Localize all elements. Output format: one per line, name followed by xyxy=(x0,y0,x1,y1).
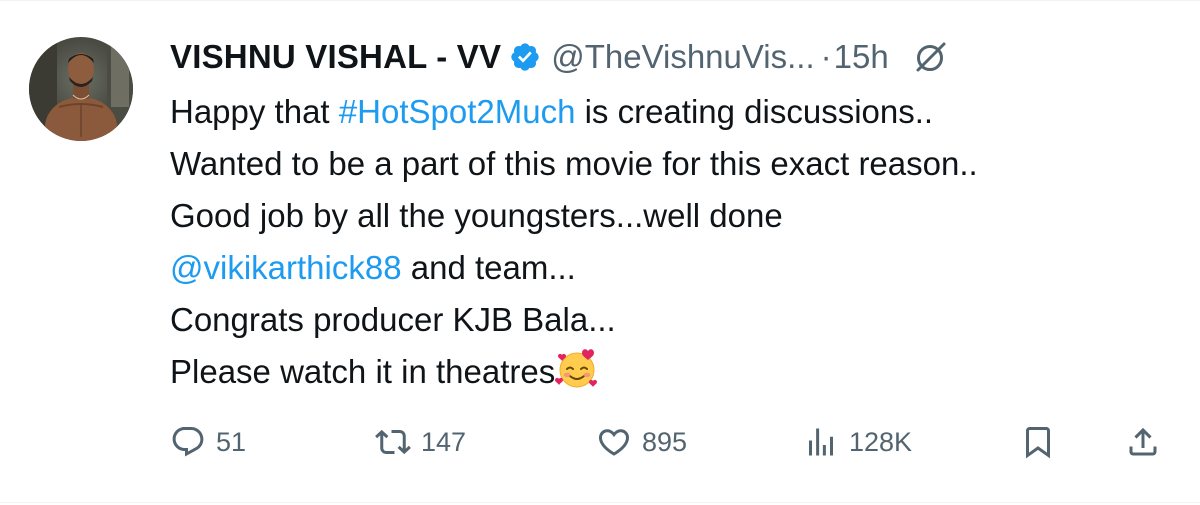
repost-icon xyxy=(375,424,411,460)
text-segment: Wanted to be a part of this movie for th… xyxy=(170,145,978,182)
text-segment: Good job by all the youngsters...well do… xyxy=(170,197,783,234)
tweet-line: Congrats producer KJB Bala... xyxy=(170,294,1180,346)
action-bar: 51 147 895 128K xyxy=(0,415,1200,469)
views-button[interactable]: 128K xyxy=(803,415,912,469)
views-icon xyxy=(803,424,839,460)
grok-icon[interactable] xyxy=(913,39,949,75)
hashtag-link[interactable]: #HotSpot2Much xyxy=(339,93,576,130)
tweet-text: Happy that #HotSpot2Much is creating dis… xyxy=(170,86,1180,398)
text-segment: Happy that xyxy=(170,93,339,130)
like-icon xyxy=(596,424,632,460)
like-count: 895 xyxy=(642,426,688,457)
separator-dot: · xyxy=(820,38,832,75)
reply-button[interactable]: 51 xyxy=(170,415,246,469)
tweet-line: Happy that #HotSpot2Much is creating dis… xyxy=(170,86,1180,138)
mention-link[interactable]: @vikikarthick88 xyxy=(170,249,402,286)
tweet-line: Wanted to be a part of this movie for th… xyxy=(170,138,1180,190)
text-segment: and team... xyxy=(401,249,576,286)
text-segment: is creating discussions.. xyxy=(575,93,934,130)
avatar[interactable] xyxy=(29,37,133,141)
tweet-line: Please watch it in theatres xyxy=(170,346,1180,398)
text-segment: Please watch it in theatres xyxy=(170,353,556,390)
author-handle[interactable]: @TheVishnuVis... xyxy=(551,38,814,76)
repost-count: 147 xyxy=(421,426,467,457)
author-name[interactable]: VISHNU VISHAL - VV xyxy=(170,38,501,76)
share-icon xyxy=(1125,424,1161,460)
reply-count: 51 xyxy=(216,426,247,457)
verified-badge-icon xyxy=(509,41,541,73)
bookmark-icon xyxy=(1020,424,1056,460)
top-divider xyxy=(0,0,1200,1)
tweet-line: @vikikarthick88 and team... xyxy=(170,242,1180,294)
views-count: 128K xyxy=(849,426,913,457)
tweet-line: Good job by all the youngsters...well do… xyxy=(170,190,1180,242)
timestamp[interactable]: 15h xyxy=(834,38,889,76)
tweet-header: VISHNU VISHAL - VV @TheVishnuVis... · 15… xyxy=(170,34,949,80)
text-segment: Congrats producer KJB Bala... xyxy=(170,301,616,338)
smiling-face-with-hearts-icon xyxy=(555,347,599,391)
like-button[interactable]: 895 xyxy=(596,415,687,469)
share-button[interactable] xyxy=(1125,415,1161,469)
repost-button[interactable]: 147 xyxy=(375,415,466,469)
bottom-divider xyxy=(0,502,1200,503)
bookmark-button[interactable] xyxy=(1020,415,1056,469)
reply-icon xyxy=(170,424,206,460)
